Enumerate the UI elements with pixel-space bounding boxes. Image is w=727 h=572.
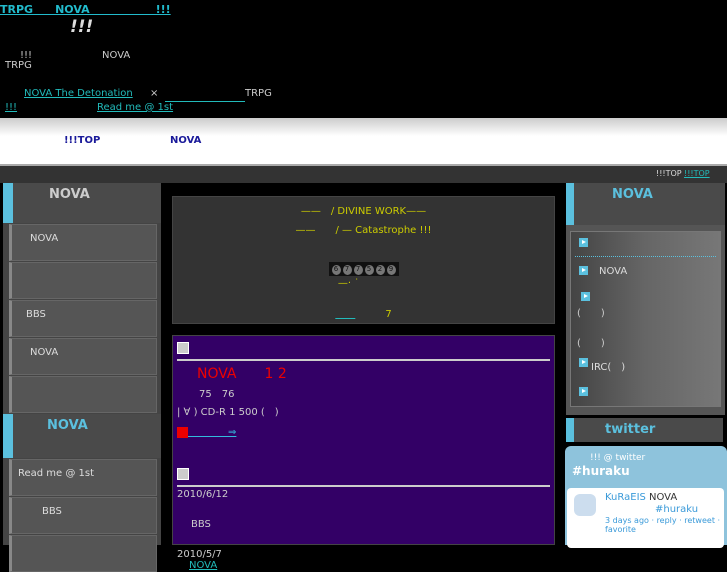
left-menu-2: Read me @ 1st BBS [3, 459, 161, 572]
menu-item[interactable]: BBS [9, 497, 157, 534]
header-link[interactable] [165, 88, 245, 103]
tweet-user[interactable]: KuRaEIS [605, 492, 646, 503]
info-line: —— / — Catastrophe !!! [295, 225, 432, 236]
info-small: —· ˙ [337, 278, 360, 289]
arrow-icon [579, 387, 588, 396]
site-tagline: !!! [70, 17, 94, 37]
header-text: TRPG [5, 60, 32, 71]
checkbox-icon [177, 342, 189, 354]
tweet-hashtag[interactable]: #huraku [655, 504, 698, 515]
arrow-icon [581, 292, 590, 301]
tweet-favorite[interactable]: favorite [605, 525, 636, 534]
tweet-text: NOVA [649, 492, 678, 503]
site-title-link[interactable]: TRPG NOVA !!! [0, 1, 171, 17]
checkbox-icon [177, 468, 189, 480]
breadcrumb-bar: !!!TOP !!!TOP [0, 166, 727, 183]
news-sub: 75 76 [199, 389, 235, 400]
counter-digit: 5 [364, 265, 374, 275]
tweet-meta[interactable]: 3 days ago · reply · retweet · [605, 516, 720, 525]
left-section-head: NOVA [3, 414, 161, 458]
site-header: TRPG NOVA !!! !!! !!! NOVA TRPG NOVA The… [0, 0, 727, 118]
breadcrumb-link[interactable]: !!!TOP [684, 169, 710, 178]
right-link-list: NOVA ( ) ( ) IRC( ) [570, 231, 721, 407]
avatar [574, 494, 596, 516]
red-square-icon [177, 426, 188, 438]
counter-digit: 6 [331, 265, 341, 275]
news-date: 2010/6/12 [177, 489, 229, 500]
twitter-caption: !!! @ twitter [590, 453, 646, 463]
menu-item[interactable] [9, 376, 157, 413]
menu-item[interactable]: NOVA [9, 224, 157, 261]
info-line: —— / DIVINE WORK—— [300, 206, 427, 217]
counter-digit: 9 [386, 265, 396, 275]
info-panel: —— / DIVINE WORK—— —— / — Catastrophe !!… [172, 196, 555, 324]
news-cdr: | ∀ ) CD-R 1 500 ( ) [177, 407, 279, 418]
counter-digit: 7 [342, 265, 352, 275]
twitter-widget: !!! @ twitter #huraku KuRaEIS NOVA #hura… [565, 446, 727, 548]
link-item[interactable]: NOVA [571, 266, 720, 284]
link-item[interactable] [571, 238, 720, 256]
menu-item[interactable]: Read me @ 1st [9, 459, 157, 496]
arrow-icon [579, 358, 588, 367]
readme-link[interactable]: Read me @ 1st [97, 102, 173, 113]
twitter-hashtag: #huraku [572, 464, 630, 478]
news-panel: NOVA 1 2 75 76 | ∀ ) CD-R 1 500 ( ) ⇒ 20… [172, 335, 555, 571]
left-sidebar: NOVA NOVA BBS NOVA NOVA Read me @ 1st BB… [3, 183, 161, 572]
right-section-head: NOVA [566, 183, 725, 225]
detonation-link[interactable]: NOVA The Detonation [24, 88, 133, 99]
arrow-icon [579, 266, 588, 275]
divider [177, 359, 550, 361]
news-text: BBS [191, 519, 211, 530]
news-link[interactable]: NOVA [189, 560, 550, 571]
nav-nova[interactable]: NOVA [170, 135, 201, 146]
info-link[interactable] [335, 309, 355, 320]
header-text: !!! NOVA [20, 50, 131, 61]
twitter-head: twitter [566, 418, 723, 442]
menu-item[interactable]: NOVA [9, 338, 157, 375]
left-menu-1: NOVA BBS NOVA [3, 224, 161, 413]
divider [177, 485, 550, 487]
menu-item[interactable]: BBS [9, 300, 157, 337]
left-section-head: NOVA [3, 183, 161, 223]
times-sign: × [150, 88, 159, 99]
link-text: ( ) [577, 308, 605, 319]
more-link[interactable]: ⇒ [188, 427, 236, 438]
info-count: 7 [385, 309, 392, 320]
arrow-icon [579, 238, 588, 247]
header-link[interactable]: !!! [5, 102, 17, 113]
news-title: NOVA 1 2 [197, 366, 287, 382]
counter-digit: 2 [375, 265, 385, 275]
nav-top[interactable]: !!!TOP [64, 135, 100, 146]
main-nav: !!!TOP NOVA [0, 118, 727, 166]
counter-digit: 7 [353, 265, 363, 275]
breadcrumb-text: !!!TOP [656, 169, 682, 178]
tweet: KuRaEIS NOVA #huraku 3 days ago · reply … [567, 488, 724, 548]
news-date: 2010/5/7 [177, 549, 222, 560]
menu-item[interactable] [9, 262, 157, 299]
right-sidebar: NOVA NOVA ( ) ( ) IRC( ) [566, 183, 725, 415]
header-text: TRPG [245, 88, 272, 99]
link-text: ( ) [577, 338, 605, 349]
menu-item[interactable] [9, 535, 157, 572]
access-counter: 677529 [328, 262, 399, 276]
